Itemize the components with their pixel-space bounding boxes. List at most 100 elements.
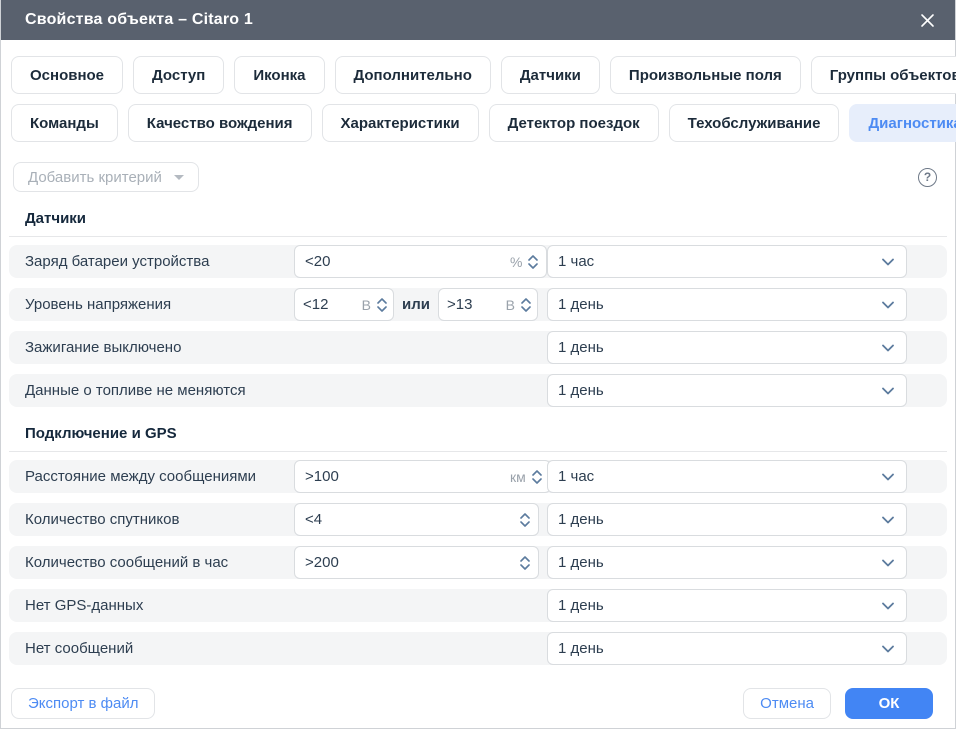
stepper-icon[interactable] (521, 298, 531, 312)
selected-period: 1 день (558, 554, 882, 571)
section-title-gps: Подключение и GPS (9, 417, 947, 452)
tab-trip-detector[interactable]: Детектор поездок (489, 104, 659, 142)
diagnostics-toolbar: Добавить критерий ? (1, 142, 955, 200)
row-fuel-data-static: Данные о топливе не меняются 1 день (9, 374, 947, 407)
section-title-sensors: Датчики (9, 202, 947, 237)
selected-period: 1 день (558, 597, 882, 614)
selected-period: 1 день (558, 296, 882, 313)
tab-custom-fields[interactable]: Произвольные поля (610, 56, 801, 94)
close-icon[interactable] (915, 8, 939, 32)
tabs-bar: Основное Доступ Иконка Дополнительно Дат… (1, 40, 955, 142)
ignition-period-select[interactable]: 1 день (547, 331, 907, 364)
chevron-down-icon (882, 554, 894, 571)
distance-period-select[interactable]: 1 час (547, 460, 907, 493)
add-criterion-button[interactable]: Добавить критерий (13, 162, 199, 192)
add-criterion-label: Добавить критерий (28, 169, 162, 186)
distance-value[interactable] (305, 468, 504, 485)
object-properties-dialog: Свойства объекта – Citaro 1 Основное Дос… (0, 0, 956, 729)
messages-per-hour-value[interactable] (305, 554, 508, 571)
satellites-period-select[interactable]: 1 день (547, 503, 907, 536)
criterion-label: Заряд батареи устройства (25, 253, 294, 270)
selected-period: 1 день (558, 511, 882, 528)
tab-eco-driving[interactable]: Качество вождения (128, 104, 312, 142)
row-no-messages: Нет сообщений 1 день (9, 632, 947, 665)
unit-label: В (362, 297, 371, 313)
criterion-label: Расстояние между сообщениями (25, 468, 294, 485)
stepper-icon[interactable] (532, 470, 542, 484)
no-messages-period-select[interactable]: 1 день (547, 632, 907, 665)
chevron-down-icon (882, 296, 894, 313)
chevron-down-icon (882, 339, 894, 356)
export-to-file-button[interactable]: Экспорт в файл (11, 688, 155, 719)
voltage-high-input[interactable]: В (438, 288, 538, 321)
or-label: или (402, 296, 430, 313)
unit-label: % (510, 254, 522, 270)
distance-input[interactable]: км (294, 460, 551, 493)
tab-unit-groups[interactable]: Группы объектов (811, 56, 956, 94)
battery-charge-period-select[interactable]: 1 час (547, 245, 907, 278)
criterion-label: Нет GPS-данных (25, 597, 294, 614)
criterion-label: Нет сообщений (25, 640, 294, 657)
voltage-low-input[interactable]: В (294, 288, 394, 321)
tab-access[interactable]: Доступ (133, 56, 224, 94)
cancel-button[interactable]: Отмена (743, 688, 831, 719)
selected-period: 1 день (558, 640, 882, 657)
criterion-label: Количество спутников (25, 511, 294, 528)
messages-per-hour-input[interactable] (294, 546, 539, 579)
tabs-row-2: Команды Качество вождения Характеристики… (11, 104, 945, 142)
dialog-title: Свойства объекта – Citaro 1 (25, 11, 253, 29)
voltage-period-select[interactable]: 1 день (547, 288, 907, 321)
voltage-high-value[interactable] (447, 296, 500, 313)
tab-sensors[interactable]: Датчики (501, 56, 600, 94)
row-distance-between-messages: Расстояние между сообщениями км 1 час (9, 460, 947, 493)
criterion-label: Зажигание выключено (25, 339, 294, 356)
criterion-label: Данные о топливе не меняются (25, 382, 294, 399)
caret-down-icon (174, 175, 184, 180)
ok-button[interactable]: ОК (845, 688, 933, 719)
row-messages-per-hour: Количество сообщений в час 1 день (9, 546, 947, 579)
stepper-icon[interactable] (528, 255, 538, 269)
row-ignition-off: Зажигание выключено 1 день (9, 331, 947, 364)
fuel-period-select[interactable]: 1 день (547, 374, 907, 407)
tab-maintenance[interactable]: Техобслуживание (669, 104, 840, 142)
gps-rows: Расстояние между сообщениями км 1 час (9, 460, 947, 665)
sensors-rows: Заряд батареи устройства % 1 час (9, 245, 947, 407)
messages-per-hour-period-select[interactable]: 1 день (547, 546, 907, 579)
tab-icon[interactable]: Иконка (234, 56, 324, 94)
chevron-down-icon (882, 597, 894, 614)
help-icon[interactable]: ? (918, 168, 937, 187)
selected-period: 1 час (558, 253, 882, 270)
chevron-down-icon (882, 468, 894, 485)
tab-diagnostics[interactable]: Диагностика (849, 104, 956, 142)
stepper-icon[interactable] (520, 513, 530, 527)
chevron-down-icon (882, 382, 894, 399)
row-satellites-count: Количество спутников 1 день (9, 503, 947, 536)
stepper-icon[interactable] (520, 556, 530, 570)
battery-charge-value[interactable] (305, 253, 504, 270)
selected-period: 1 день (558, 382, 882, 399)
stepper-icon[interactable] (377, 298, 387, 312)
satellites-input[interactable] (294, 503, 539, 536)
chevron-down-icon (882, 253, 894, 270)
row-voltage-level: Уровень напряжения В или В (9, 288, 947, 321)
dialog-titlebar: Свойства объекта – Citaro 1 (1, 0, 955, 40)
tab-characteristics[interactable]: Характеристики (322, 104, 479, 142)
criterion-label: Уровень напряжения (25, 296, 294, 313)
tab-advanced[interactable]: Дополнительно (335, 56, 491, 94)
unit-label: км (510, 469, 526, 485)
unit-label: В (506, 297, 515, 313)
tab-commands[interactable]: Команды (11, 104, 118, 142)
selected-period: 1 день (558, 339, 882, 356)
battery-charge-input[interactable]: % (294, 245, 547, 278)
criterion-label: Количество сообщений в час (25, 554, 294, 571)
criteria-list: Датчики Заряд батареи устройства % 1 ча (1, 200, 955, 675)
tab-main[interactable]: Основное (11, 56, 123, 94)
dialog-footer: Экспорт в файл Отмена ОК (1, 675, 955, 731)
row-no-gps-data: Нет GPS-данных 1 день (9, 589, 947, 622)
satellites-value[interactable] (305, 511, 508, 528)
voltage-low-value[interactable] (303, 296, 356, 313)
chevron-down-icon (882, 640, 894, 657)
chevron-down-icon (882, 511, 894, 528)
row-battery-charge: Заряд батареи устройства % 1 час (9, 245, 947, 278)
no-gps-period-select[interactable]: 1 день (547, 589, 907, 622)
